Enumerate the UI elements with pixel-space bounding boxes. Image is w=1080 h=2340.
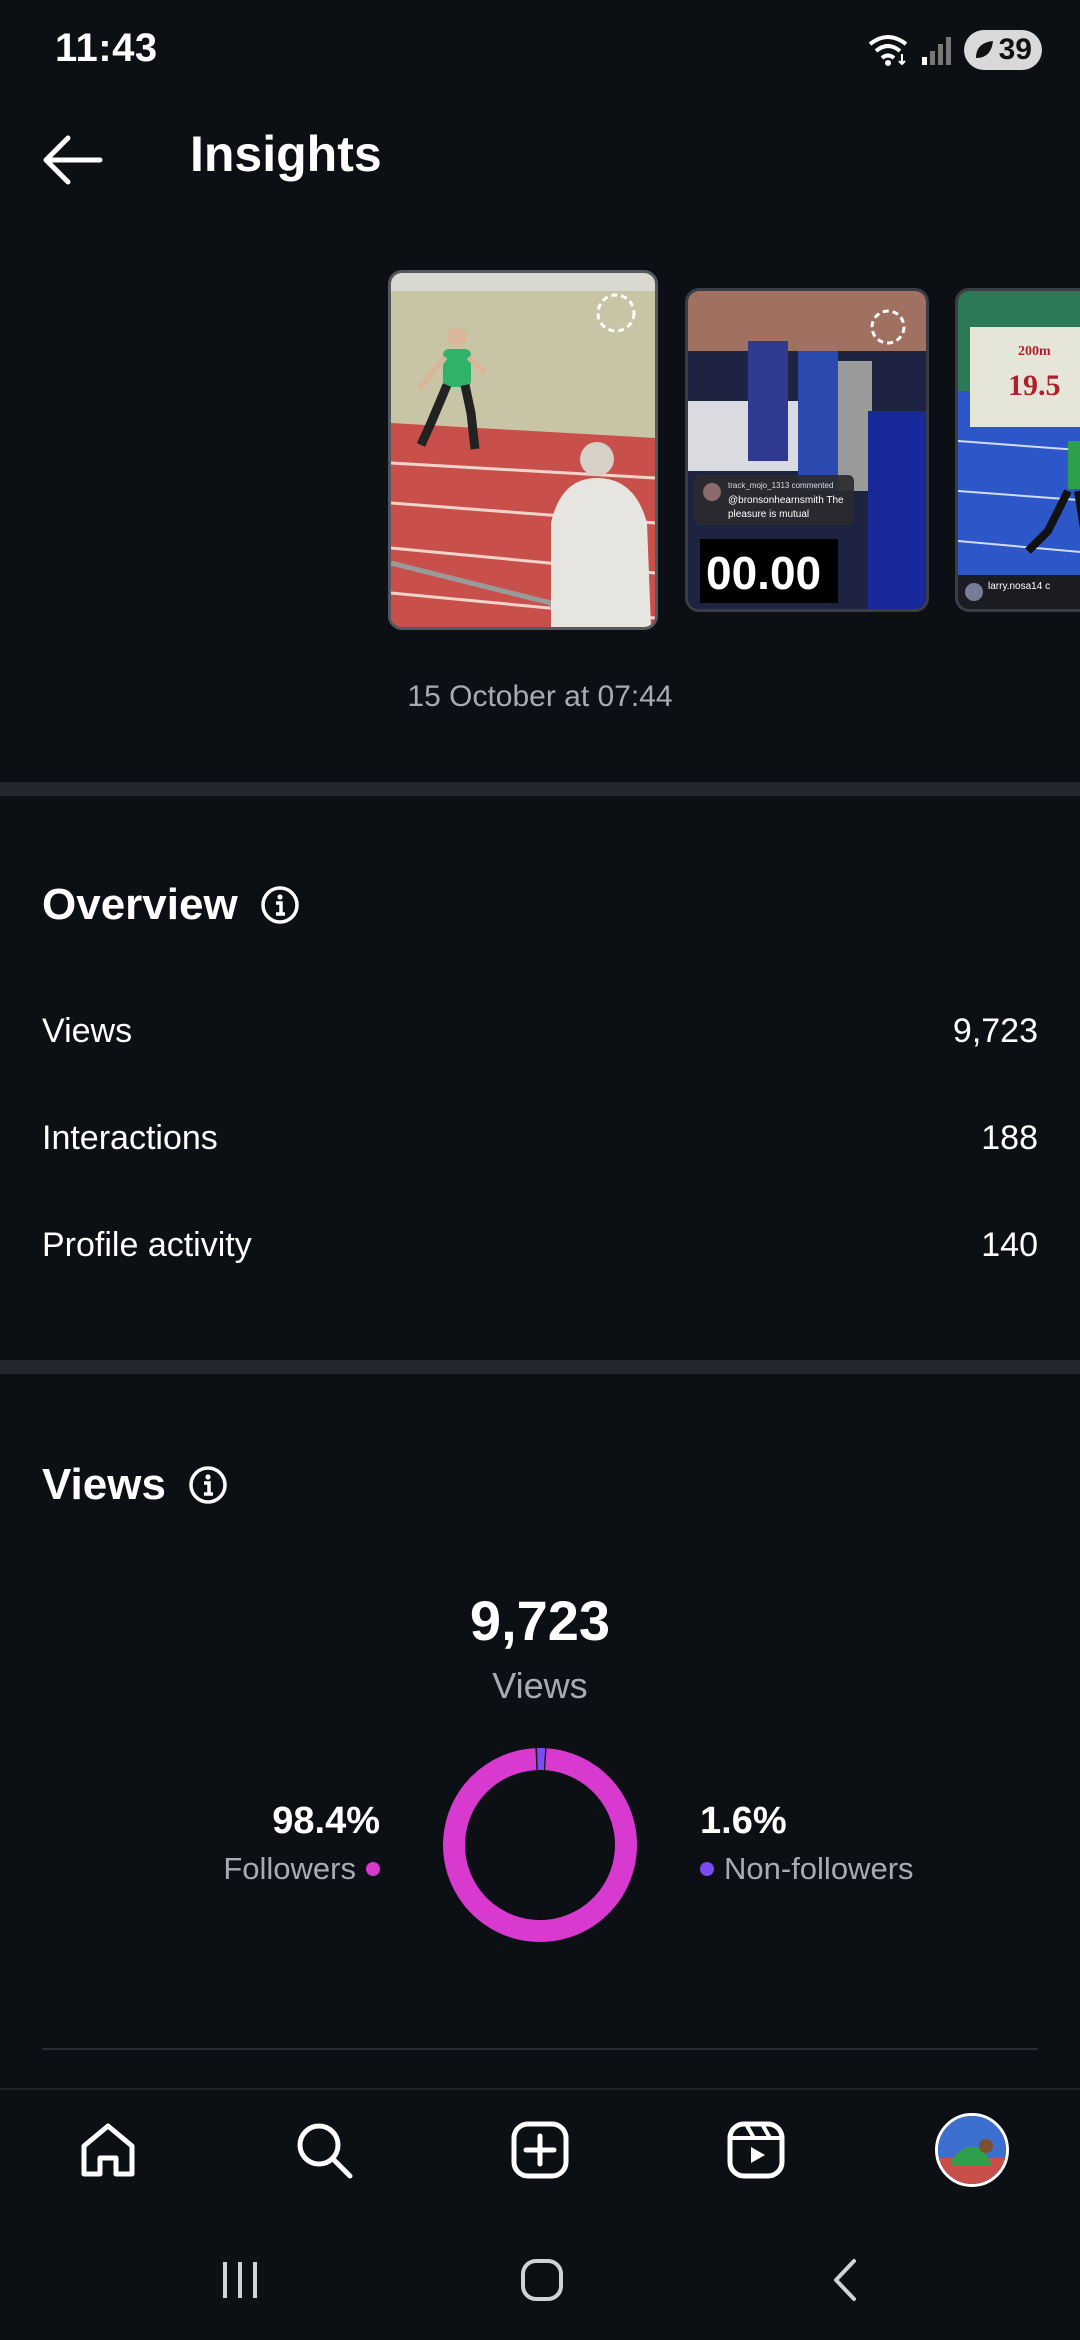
post-date: 15 October at 07:44 — [407, 680, 673, 713]
followers-legend: 98.4% Followers — [223, 1800, 380, 1887]
battery-level: 39 — [998, 33, 1032, 66]
overview-row-value: 9,723 — [952, 1012, 1038, 1050]
info-icon[interactable] — [188, 1465, 228, 1505]
nonfollowers-percent: 1.6% — [700, 1800, 787, 1842]
svg-text:@bronsonhearnsmith The: @bronsonhearnsmith The — [728, 495, 844, 506]
page-title: Insights — [190, 126, 382, 182]
post-thumbnail[interactable]: track_mojo_1313 commented @bronsonhearns… — [685, 288, 929, 612]
create-icon — [511, 2121, 569, 2179]
overview-title: Overview — [42, 880, 238, 929]
comment-user: larry.nosa14 c — [988, 581, 1050, 592]
scoreboard-value: 19.5 — [1008, 369, 1061, 402]
post-image: 200m 19.5 larry.nosa14 c — [958, 291, 1080, 609]
nav-reels[interactable] — [716, 2110, 796, 2190]
battery-indicator: 39 — [964, 30, 1042, 70]
overview-header: Overview — [42, 880, 300, 930]
overview-row-label: Interactions — [42, 1119, 218, 1157]
back-nav-icon — [834, 2259, 856, 2301]
followers-dot — [366, 1862, 380, 1876]
post-image — [391, 273, 655, 627]
search-icon — [297, 2123, 353, 2179]
views-donut-chart — [443, 1748, 637, 1942]
followers-label: Followers — [223, 1851, 356, 1886]
back-button[interactable] — [38, 130, 108, 190]
nav-search[interactable] — [284, 2110, 364, 2190]
avatar-image — [938, 2116, 1006, 2184]
followers-percent: 98.4% — [272, 1800, 380, 1842]
content-divider — [42, 2048, 1038, 2050]
post-thumbnail-selected[interactable] — [388, 270, 658, 630]
home-system-button[interactable] — [502, 2250, 582, 2310]
battery-saver-icon — [976, 41, 993, 58]
nav-create[interactable] — [500, 2110, 580, 2190]
reels-icon — [727, 2121, 785, 2179]
home-icon — [81, 2123, 135, 2177]
nav-profile[interactable] — [932, 2110, 1012, 2190]
info-icon[interactable] — [260, 885, 300, 925]
home-button-icon — [521, 2259, 563, 2301]
back-system-button[interactable] — [804, 2250, 884, 2310]
status-icons: 39 — [866, 30, 1042, 70]
nonfollowers-dot — [700, 1862, 714, 1876]
overview-row-label: Views — [42, 1012, 133, 1050]
overview-row-value: 188 — [981, 1119, 1038, 1157]
status-time: 11:43 — [55, 26, 158, 70]
section-divider — [0, 782, 1080, 796]
nonfollowers-label: Non-followers — [724, 1851, 914, 1886]
signal-icon — [922, 37, 951, 65]
nav-home[interactable] — [68, 2110, 148, 2190]
svg-text:pleasure is mutual: pleasure is mutual — [728, 509, 809, 520]
views-total: 9,723 — [469, 1589, 611, 1652]
donut-segment-followers — [443, 1748, 637, 1942]
comment-user: track_mojo_1313 commented — [728, 481, 833, 490]
wifi-icon — [868, 35, 908, 66]
views-title: Views — [42, 1460, 166, 1509]
views-total-label: Views — [492, 1665, 588, 1706]
overview-row-value: 140 — [981, 1226, 1038, 1264]
section-divider — [0, 1360, 1080, 1374]
profile-avatar — [935, 2113, 1009, 2187]
post-image: track_mojo_1313 commented @bronsonhearns… — [688, 291, 926, 609]
nonfollowers-legend: 1.6% Non-followers — [700, 1800, 914, 1887]
scoreboard-label: 200m — [1018, 344, 1051, 359]
post-thumbnail[interactable]: 200m 19.5 larry.nosa14 c — [955, 288, 1080, 612]
recent-apps-icon — [223, 2262, 257, 2298]
views-header: Views — [42, 1460, 228, 1510]
recent-apps-button[interactable] — [200, 2250, 280, 2310]
back-arrow-icon — [43, 135, 103, 185]
timer-overlay: 00.00 — [706, 547, 821, 599]
overview-row-label: Profile activity — [42, 1226, 252, 1264]
